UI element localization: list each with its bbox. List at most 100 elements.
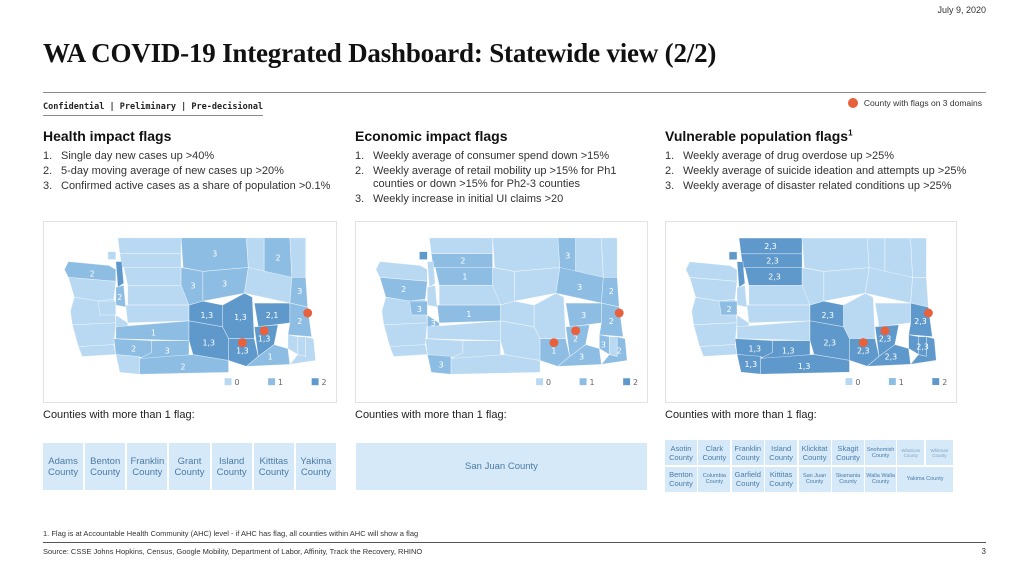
section-title: Economic impact flags <box>355 128 508 144</box>
county-cell: Franklin County <box>127 443 168 490</box>
county-cell: Franklin County <box>731 440 764 466</box>
county-kitsap <box>736 284 748 308</box>
county-flag-label: 2,3 <box>879 335 892 344</box>
county-king <box>127 285 190 306</box>
county-flag-label: 3 <box>431 319 436 328</box>
county-cell: Island County <box>765 440 798 466</box>
county-flag-label: 3 <box>297 287 302 296</box>
legend-swatch-0 <box>845 378 853 385</box>
county-yakima <box>500 320 541 361</box>
list-item: 2. Weekly average of retail mobility up >… <box>355 165 617 190</box>
county-pend-oreille <box>601 237 618 278</box>
county-flag-label: 2 <box>573 335 578 344</box>
county-cell: Whatcom County <box>897 440 925 466</box>
legend-label: 0 <box>855 378 860 387</box>
county-okanogan <box>492 237 561 272</box>
county-flag-label: 2 <box>117 293 122 302</box>
flag-criteria-list: 1. Single day new cases up >40% 2. 5-day m… <box>43 150 343 193</box>
county-flag-label: 1 <box>466 310 471 319</box>
county-cell: Island County <box>211 443 252 490</box>
legend-label: 2 <box>322 378 327 387</box>
county-flag-label: 3 <box>165 347 170 356</box>
counties-label: Counties with more than 1 flag: <box>665 409 817 421</box>
county-flag-label: 1 <box>462 272 467 281</box>
county-grant <box>843 292 876 339</box>
source-note: Source: CSSE Johns Hopkins, Census, Goog… <box>43 547 423 556</box>
county-flag-label: 2,3 <box>914 317 927 326</box>
county-flag-label: 3 <box>417 305 422 314</box>
footer-divider <box>43 542 986 543</box>
county-san-juan <box>419 251 428 260</box>
list-item: 2. 5-day moving average of new cases up >… <box>43 165 284 177</box>
legend-label: 1 <box>899 378 904 387</box>
economic-flags-section: Economic impact flags 1. Weekly average o… <box>355 128 655 208</box>
county-san-juan <box>728 251 738 261</box>
county-flag-label: 3 <box>601 341 606 350</box>
county-flag-label: 1,3 <box>782 346 795 355</box>
county-king <box>748 285 811 306</box>
county-cell: Clark County <box>698 440 731 466</box>
county-flag-label: 2 <box>460 257 465 266</box>
county-flag-label: 1,3 <box>234 313 247 322</box>
county-cell: Benton County <box>665 466 697 492</box>
confidentiality-label: Confidential | Preliminary | Pre-decisio… <box>43 102 264 116</box>
county-flag-label: 2 <box>297 317 302 326</box>
county-flag-label: 2,3 <box>822 311 835 320</box>
county-flag-label: 2,3 <box>766 257 779 266</box>
county-cell: Asotin County <box>665 440 697 466</box>
county-flag-label: 2 <box>727 305 732 314</box>
county-cell: Whitman County <box>925 440 953 466</box>
county-flag-label: 1 <box>268 352 273 361</box>
county-flag-label: 2 <box>181 362 186 371</box>
county-flag-label: 3 <box>222 279 227 288</box>
county-cell: Skamania County <box>832 466 864 492</box>
county-flag-label: 2,3 <box>823 339 836 348</box>
county-snohomish <box>123 267 182 286</box>
county-wahkiakum <box>389 344 428 357</box>
county-clark <box>115 354 140 375</box>
page-title: WA COVID-19 Integrated Dashboard: Statew… <box>43 38 717 68</box>
vulnerable-flags-section: Vulnerable population flags1 1. Weekly av… <box>665 128 1005 195</box>
county-flag-label: 1,3 <box>236 347 249 356</box>
list-item: 3. Weekly increase in initial UI claims >… <box>355 193 564 205</box>
health-counties-grid: Adams County Benton County Franklin Coun… <box>43 443 336 490</box>
legend-label: 2 <box>942 378 947 387</box>
flag-dot-icon <box>847 98 858 108</box>
county-whatcom <box>117 237 182 254</box>
county-skagit <box>119 253 182 268</box>
county-spokane <box>910 277 929 308</box>
report-date: July 9, 2020 <box>937 5 986 15</box>
county-cell: Kittitas County <box>765 466 798 492</box>
counties-label: Counties with more than 1 flag: <box>43 409 195 421</box>
county-pierce <box>125 304 190 324</box>
county-cell: San Juan County <box>798 466 831 492</box>
county-flag-label: 2,3 <box>764 242 777 251</box>
section-title: Vulnerable population flags1 <box>665 128 853 144</box>
legend-label: 0 <box>235 378 240 387</box>
three-domain-flag-dot <box>237 338 247 348</box>
legend-swatch-2 <box>311 378 319 386</box>
county-flag-label: 2 <box>609 287 614 296</box>
county-columbia <box>287 334 299 356</box>
legend-swatch-1 <box>579 378 587 386</box>
county-cell: Grant County <box>169 443 210 490</box>
county-mason <box>97 300 117 316</box>
county-flag-label: 2 <box>609 317 614 326</box>
flag-legend: County with flags on 3 domains <box>847 98 982 108</box>
legend-label: 1 <box>278 378 283 387</box>
legend-swatch-2 <box>932 378 940 385</box>
legend-swatch-1 <box>268 378 276 386</box>
list-item: 3. Weekly average of disaster related con… <box>665 180 952 192</box>
three-domain-flag-dot <box>880 326 890 336</box>
county-flag-label: 1,3 <box>745 360 758 369</box>
county-pacific <box>693 322 738 347</box>
legend-label: 0 <box>546 378 551 387</box>
section-title: Health impact flags <box>43 128 172 144</box>
map-svg: 2 2 1 2 3 2 3 3 3 2 3 1,3 1,3 2,1 2 1,3 1,3 1,3 1 0 1 2 <box>64 237 327 387</box>
county-grant <box>533 292 567 339</box>
legend-swatch-0 <box>536 378 544 386</box>
list-item: 2. Weekly average of suicide ideation and… <box>665 165 967 177</box>
county-flag-label: 2,3 <box>857 346 870 355</box>
county-flag-label: 1 <box>151 329 156 338</box>
county-flag-label: 1 <box>551 347 556 356</box>
